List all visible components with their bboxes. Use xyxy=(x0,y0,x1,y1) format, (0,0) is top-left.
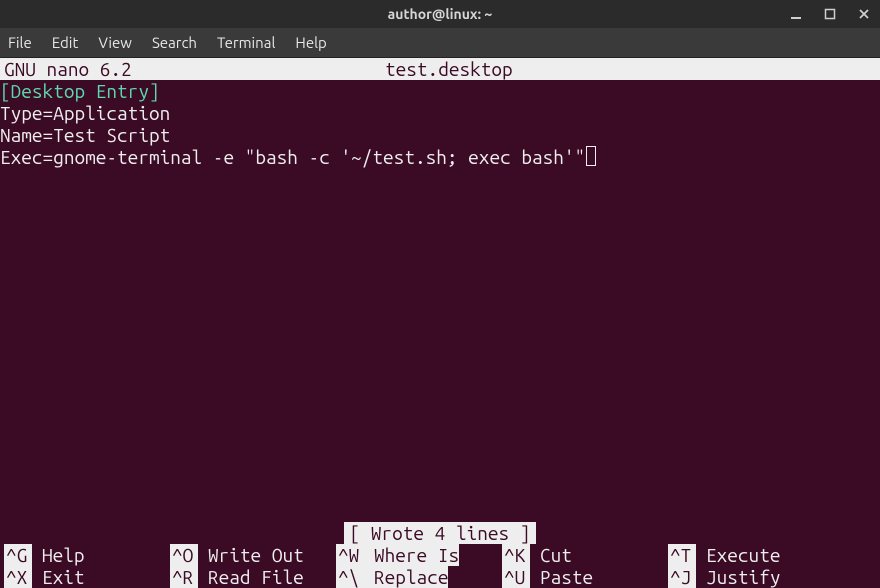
nano-footer: [ Wrote 4 lines ] ^G Help ^O Write Out ^W Whe… xyxy=(0,522,880,588)
nano-shortcut-label: Help xyxy=(38,544,85,566)
menubar: File Edit View Search Terminal Help xyxy=(0,28,880,58)
nano-shortcut-key: ^\ xyxy=(336,566,364,588)
menu-view[interactable]: View xyxy=(98,34,132,51)
nano-shortcut[interactable]: ^K Cut xyxy=(502,544,668,566)
maximize-button[interactable] xyxy=(820,4,840,24)
nano-status-message: [ Wrote 4 lines ] xyxy=(344,522,537,544)
nano-shortcut-key: ^W xyxy=(336,544,364,566)
nano-shortcut-label: Replace xyxy=(370,566,448,588)
nano-shortcut[interactable]: ^G Help xyxy=(4,544,170,566)
nano-shortcut-label: Paste xyxy=(536,566,593,588)
nano-shortcut-key: ^X xyxy=(4,566,32,588)
nano-version: GNU nano 6.2 xyxy=(4,58,142,80)
close-button[interactable] xyxy=(854,4,874,24)
nano-shortcut-label: Cut xyxy=(536,544,572,566)
nano-shortcut-key: ^K xyxy=(502,544,530,566)
nano-shortcut[interactable]: ^X Exit xyxy=(4,566,170,588)
editor-line-text: Name=Test Script xyxy=(0,124,170,146)
menu-help[interactable]: Help xyxy=(295,34,326,51)
editor-line-text: [Desktop Entry] xyxy=(0,80,160,102)
menu-search[interactable]: Search xyxy=(152,34,197,51)
close-icon xyxy=(858,8,870,20)
nano-filename: test.desktop xyxy=(142,58,756,80)
nano-shortcut[interactable]: ^U Paste xyxy=(502,566,668,588)
editor-line: Exec=gnome-terminal -e "bash -c '~/test.… xyxy=(0,146,880,168)
nano-shortcut-key: ^U xyxy=(502,566,530,588)
nano-shortcut-key: ^R xyxy=(170,566,198,588)
nano-header: GNU nano 6.2 test.desktop xyxy=(0,58,880,80)
terminal[interactable]: GNU nano 6.2 test.desktop [Desktop Entry… xyxy=(0,58,880,588)
nano-shortcut-row-2: ^X Exit ^R Read File ^\ Replace ^U Paste ^J Justi… xyxy=(0,566,880,588)
editor-line-text: Type=Application xyxy=(0,102,170,124)
menu-file[interactable]: File xyxy=(8,34,32,51)
maximize-icon xyxy=(824,8,836,20)
minimize-button[interactable] xyxy=(786,4,806,24)
nano-shortcut[interactable]: ^T Execute xyxy=(668,544,834,566)
nano-shortcut-key: ^T xyxy=(668,544,696,566)
menu-terminal[interactable]: Terminal xyxy=(217,34,275,51)
nano-shortcut-label: Write Out xyxy=(204,544,304,566)
editor-line: [Desktop Entry] xyxy=(0,80,880,102)
nano-shortcut[interactable]: ^\ Replace xyxy=(336,566,502,588)
nano-shortcut[interactable]: ^O Write Out xyxy=(170,544,336,566)
window-titlebar: author@linux: ~ xyxy=(0,0,880,28)
nano-shortcut[interactable]: ^W Where Is xyxy=(336,544,502,566)
editor-line: Type=Application xyxy=(0,102,880,124)
nano-editor-area[interactable]: [Desktop Entry]Type=ApplicationName=Test… xyxy=(0,80,880,168)
nano-shortcut-label: Exit xyxy=(38,566,85,588)
nano-shortcut-label: Where Is xyxy=(370,544,459,566)
nano-shortcut-key: ^J xyxy=(668,566,696,588)
nano-shortcut[interactable]: ^J Justify xyxy=(668,566,834,588)
editor-line: Name=Test Script xyxy=(0,124,880,146)
window-title: author@linux: ~ xyxy=(388,6,493,22)
nano-shortcut[interactable]: ^R Read File xyxy=(170,566,336,588)
nano-shortcut-label: Read File xyxy=(204,566,304,588)
editor-line-text: Exec=gnome-terminal -e "bash -c '~/test.… xyxy=(0,146,585,168)
nano-shortcut-row-1: ^G Help ^O Write Out ^W Where Is ^K Cut ^T Execut… xyxy=(0,544,880,566)
cursor xyxy=(586,146,596,166)
nano-shortcut-key: ^G xyxy=(4,544,32,566)
minimize-icon xyxy=(790,8,802,20)
nano-shortcut-key: ^O xyxy=(170,544,198,566)
nano-shortcut-label: Justify xyxy=(702,566,780,588)
window-controls xyxy=(786,0,874,28)
menu-edit[interactable]: Edit xyxy=(52,34,79,51)
nano-shortcut-label: Execute xyxy=(702,544,780,566)
